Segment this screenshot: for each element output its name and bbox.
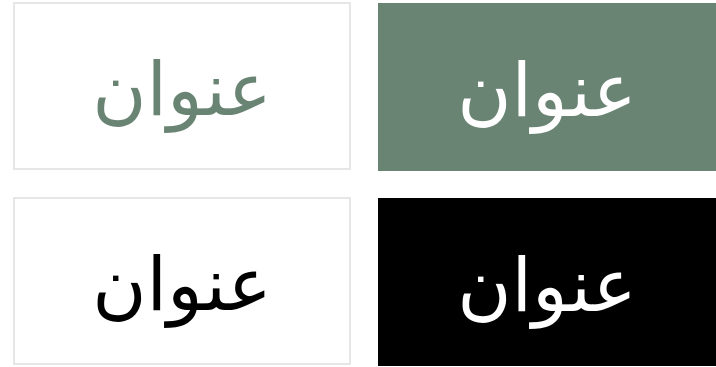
logo-word: عنوان — [92, 242, 272, 328]
tile-black-on-white: عنوان — [13, 197, 351, 365]
logo-word: عنوان — [457, 48, 637, 134]
logo-word: عنوان — [457, 243, 637, 329]
logo-word: عنوان — [92, 47, 272, 133]
tile-white-on-black: عنوان — [378, 198, 716, 366]
logo-variants-grid: عنوان عنوان عنوان عنوان — [0, 0, 716, 367]
tile-white-on-green: عنوان — [378, 3, 716, 171]
tile-green-on-white: عنوان — [13, 2, 351, 170]
